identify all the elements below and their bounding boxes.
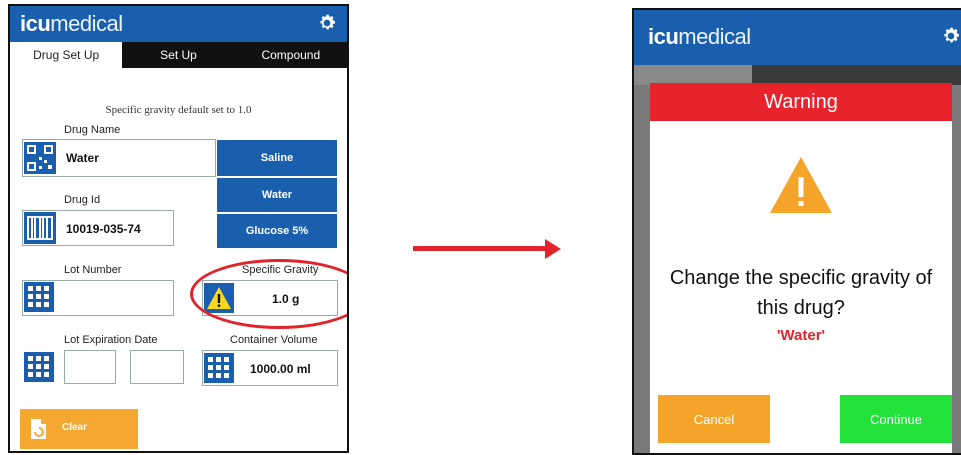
container-volume-value: 1000.00 ml — [250, 362, 311, 376]
app-header: icumedical — [634, 10, 961, 65]
glucose-5-button[interactable]: Glucose 5% — [216, 213, 338, 249]
continue-button[interactable]: Continue — [840, 395, 952, 443]
dialog-message: Change the specific gravity of this drug… — [650, 263, 952, 323]
dialog-drug-name: 'Water' — [776, 327, 826, 344]
warning-icon — [770, 157, 832, 213]
app-header: icumedical — [10, 6, 347, 42]
warning-dialog: Warning Change the specific gravity of t… — [650, 83, 952, 453]
drug-name-label: Drug Name — [64, 124, 121, 136]
tab-bar: Drug Set Up Set Up Compound — [10, 42, 347, 68]
clear-icon — [31, 419, 46, 439]
tab-drug-set-up[interactable]: Drug Set Up — [10, 42, 123, 68]
lot-expiration-label: Lot Expiration Date — [64, 334, 158, 346]
gear-icon[interactable] — [317, 13, 337, 33]
dialog-title: Warning — [650, 83, 952, 121]
tab-set-up[interactable]: Set Up — [122, 42, 234, 68]
keypad-icon[interactable] — [24, 282, 54, 312]
keypad-icon[interactable] — [24, 352, 54, 382]
specific-gravity-note: Specific gravity default set to 1.0 — [105, 104, 252, 116]
clear-label: Clear — [62, 422, 88, 433]
expiration-month-field[interactable] — [64, 350, 116, 384]
barcode-icon[interactable] — [24, 212, 56, 244]
highlight-circle — [190, 259, 347, 329]
brand-logo: icumedical — [20, 11, 123, 36]
dialog-message-line-2: this drug? — [757, 297, 845, 319]
keypad-icon[interactable] — [204, 353, 234, 383]
right-screen: icumedical Warning Change the specific g… — [632, 8, 961, 455]
dialog-message-line-1: Change the specific gravity of — [669, 267, 933, 289]
gear-icon[interactable] — [941, 26, 961, 46]
dimmed-active-tab — [634, 65, 752, 85]
container-volume-label: Container Volume — [230, 334, 318, 346]
clear-button[interactable]: Clear — [20, 409, 138, 449]
cancel-button[interactable]: Cancel — [658, 395, 770, 443]
left-screen: icumedical Drug Set Up Set Up Compound S… — [8, 4, 349, 453]
lot-number-label: Lot Number — [64, 264, 122, 276]
drug-name-value: Water — [66, 151, 99, 165]
drug-id-label: Drug Id — [64, 194, 101, 206]
water-button[interactable]: Water — [216, 177, 338, 213]
qr-code-icon[interactable] — [24, 142, 56, 174]
expiration-year-field[interactable] — [130, 350, 184, 384]
saline-button[interactable]: Saline — [216, 139, 338, 177]
brand-logo: icumedical — [648, 24, 751, 49]
tab-compound[interactable]: Compound — [235, 42, 347, 68]
drug-id-value: 10019-035-74 — [66, 222, 141, 236]
